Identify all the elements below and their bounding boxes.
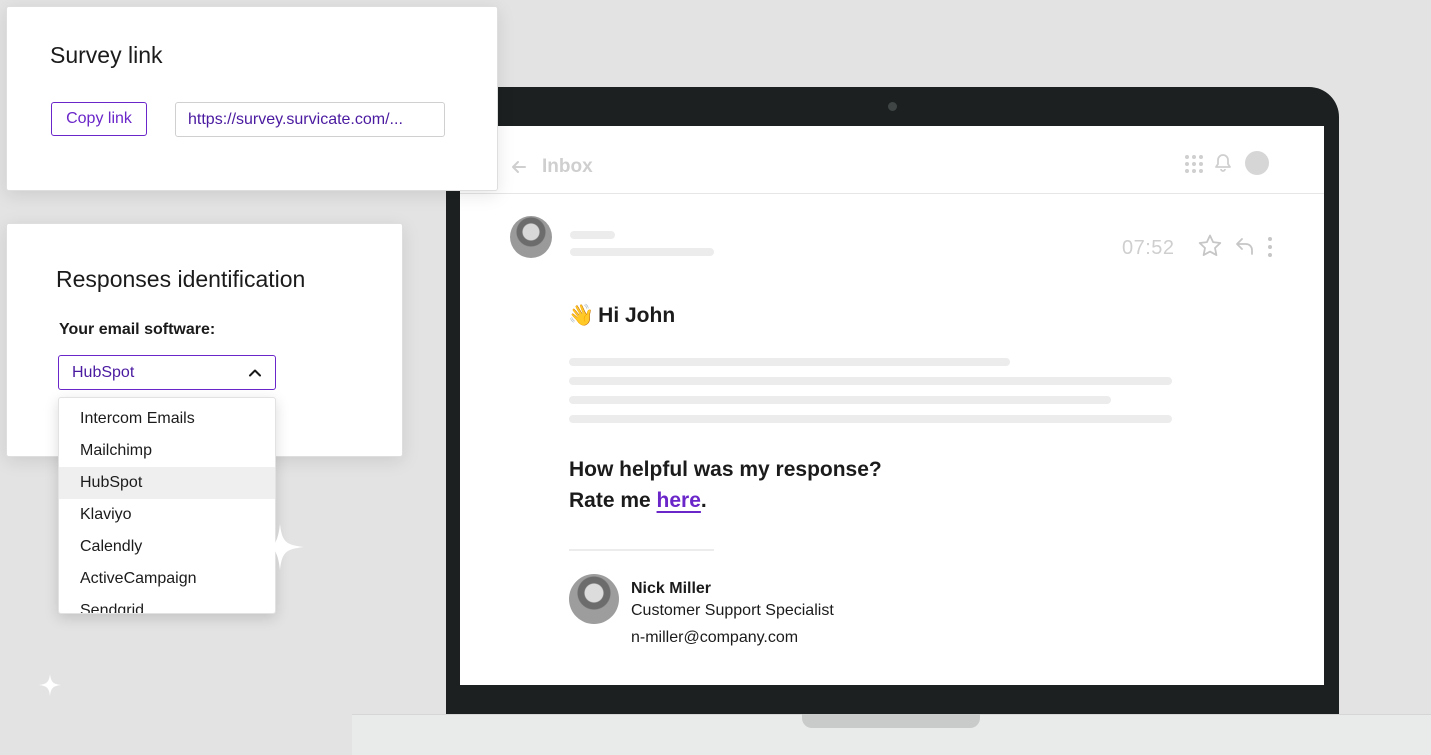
dropdown-option[interactable]: ActiveCampaign	[59, 563, 275, 595]
dropdown-option[interactable]: Calendly	[59, 531, 275, 563]
more-vertical-icon[interactable]	[1266, 235, 1274, 259]
star-icon[interactable]	[1197, 233, 1223, 259]
signature-divider	[569, 549, 714, 551]
email-software-select[interactable]: HubSpot	[58, 355, 276, 390]
greeting-text: Hi John	[598, 304, 676, 327]
responses-title: Responses identification	[56, 266, 306, 292]
selected-value: HubSpot	[72, 364, 135, 381]
laptop-notch	[802, 714, 980, 728]
sender-name-placeholder	[570, 231, 615, 239]
dropdown-option[interactable]: Sendgrid	[59, 595, 275, 613]
sender-email-placeholder	[570, 248, 714, 256]
signature-email: n-miller@company.com	[631, 629, 799, 646]
dropdown-option[interactable]: Mailchimp	[59, 435, 275, 467]
inbox-title: Inbox	[542, 156, 593, 177]
rating-question: How helpful was my response? Rate me her…	[569, 454, 882, 516]
dropdown-option[interactable]: Intercom Emails	[59, 403, 275, 435]
question-line-2: Rate me here.	[569, 485, 882, 516]
body-text-placeholder	[569, 377, 1172, 385]
survey-link-title: Survey link	[50, 42, 163, 68]
signature-role: Customer Support Specialist	[631, 602, 834, 619]
email-client-screen: Inbox 07:52 👋 Hi John How helpful was my…	[460, 126, 1324, 685]
email-topbar: Inbox	[460, 126, 1324, 194]
signature-name: Nick Miller	[631, 580, 712, 597]
sparkle-icon	[270, 524, 304, 570]
body-text-placeholder	[569, 396, 1111, 404]
arrow-left-icon[interactable]	[510, 158, 528, 176]
email-software-label: Your email software:	[59, 321, 216, 338]
email-greeting: 👋 Hi John	[568, 304, 675, 328]
question-suffix: .	[700, 489, 707, 512]
dropdown-option[interactable]: Klaviyo	[59, 499, 275, 531]
email-software-dropdown[interactable]: Intercom Emails Mailchimp HubSpot Klaviy…	[58, 397, 276, 614]
bell-icon[interactable]	[1214, 153, 1232, 173]
question-prefix: Rate me	[569, 489, 657, 512]
copy-link-button[interactable]: Copy link	[51, 102, 147, 136]
email-time: 07:52	[1122, 237, 1175, 259]
signature-avatar	[569, 574, 619, 624]
rate-here-link[interactable]: here	[657, 489, 701, 512]
account-avatar[interactable]	[1245, 151, 1269, 175]
body-text-placeholder	[569, 415, 1172, 423]
sparkle-icon	[39, 674, 61, 696]
laptop-camera	[888, 102, 897, 111]
dropdown-option-selected[interactable]: HubSpot	[59, 467, 275, 499]
survey-url-field[interactable]: https://survey.survicate.com/...	[175, 102, 445, 137]
wave-emoji: 👋	[568, 304, 595, 327]
apps-grid-icon[interactable]	[1184, 154, 1204, 174]
sender-avatar	[510, 216, 552, 258]
chevron-up-icon	[249, 369, 261, 377]
question-line-1: How helpful was my response?	[569, 458, 882, 481]
survey-link-card: Survey link Copy link https://survey.sur…	[6, 6, 498, 191]
body-text-placeholder	[569, 358, 1010, 366]
reply-icon[interactable]	[1234, 235, 1256, 257]
